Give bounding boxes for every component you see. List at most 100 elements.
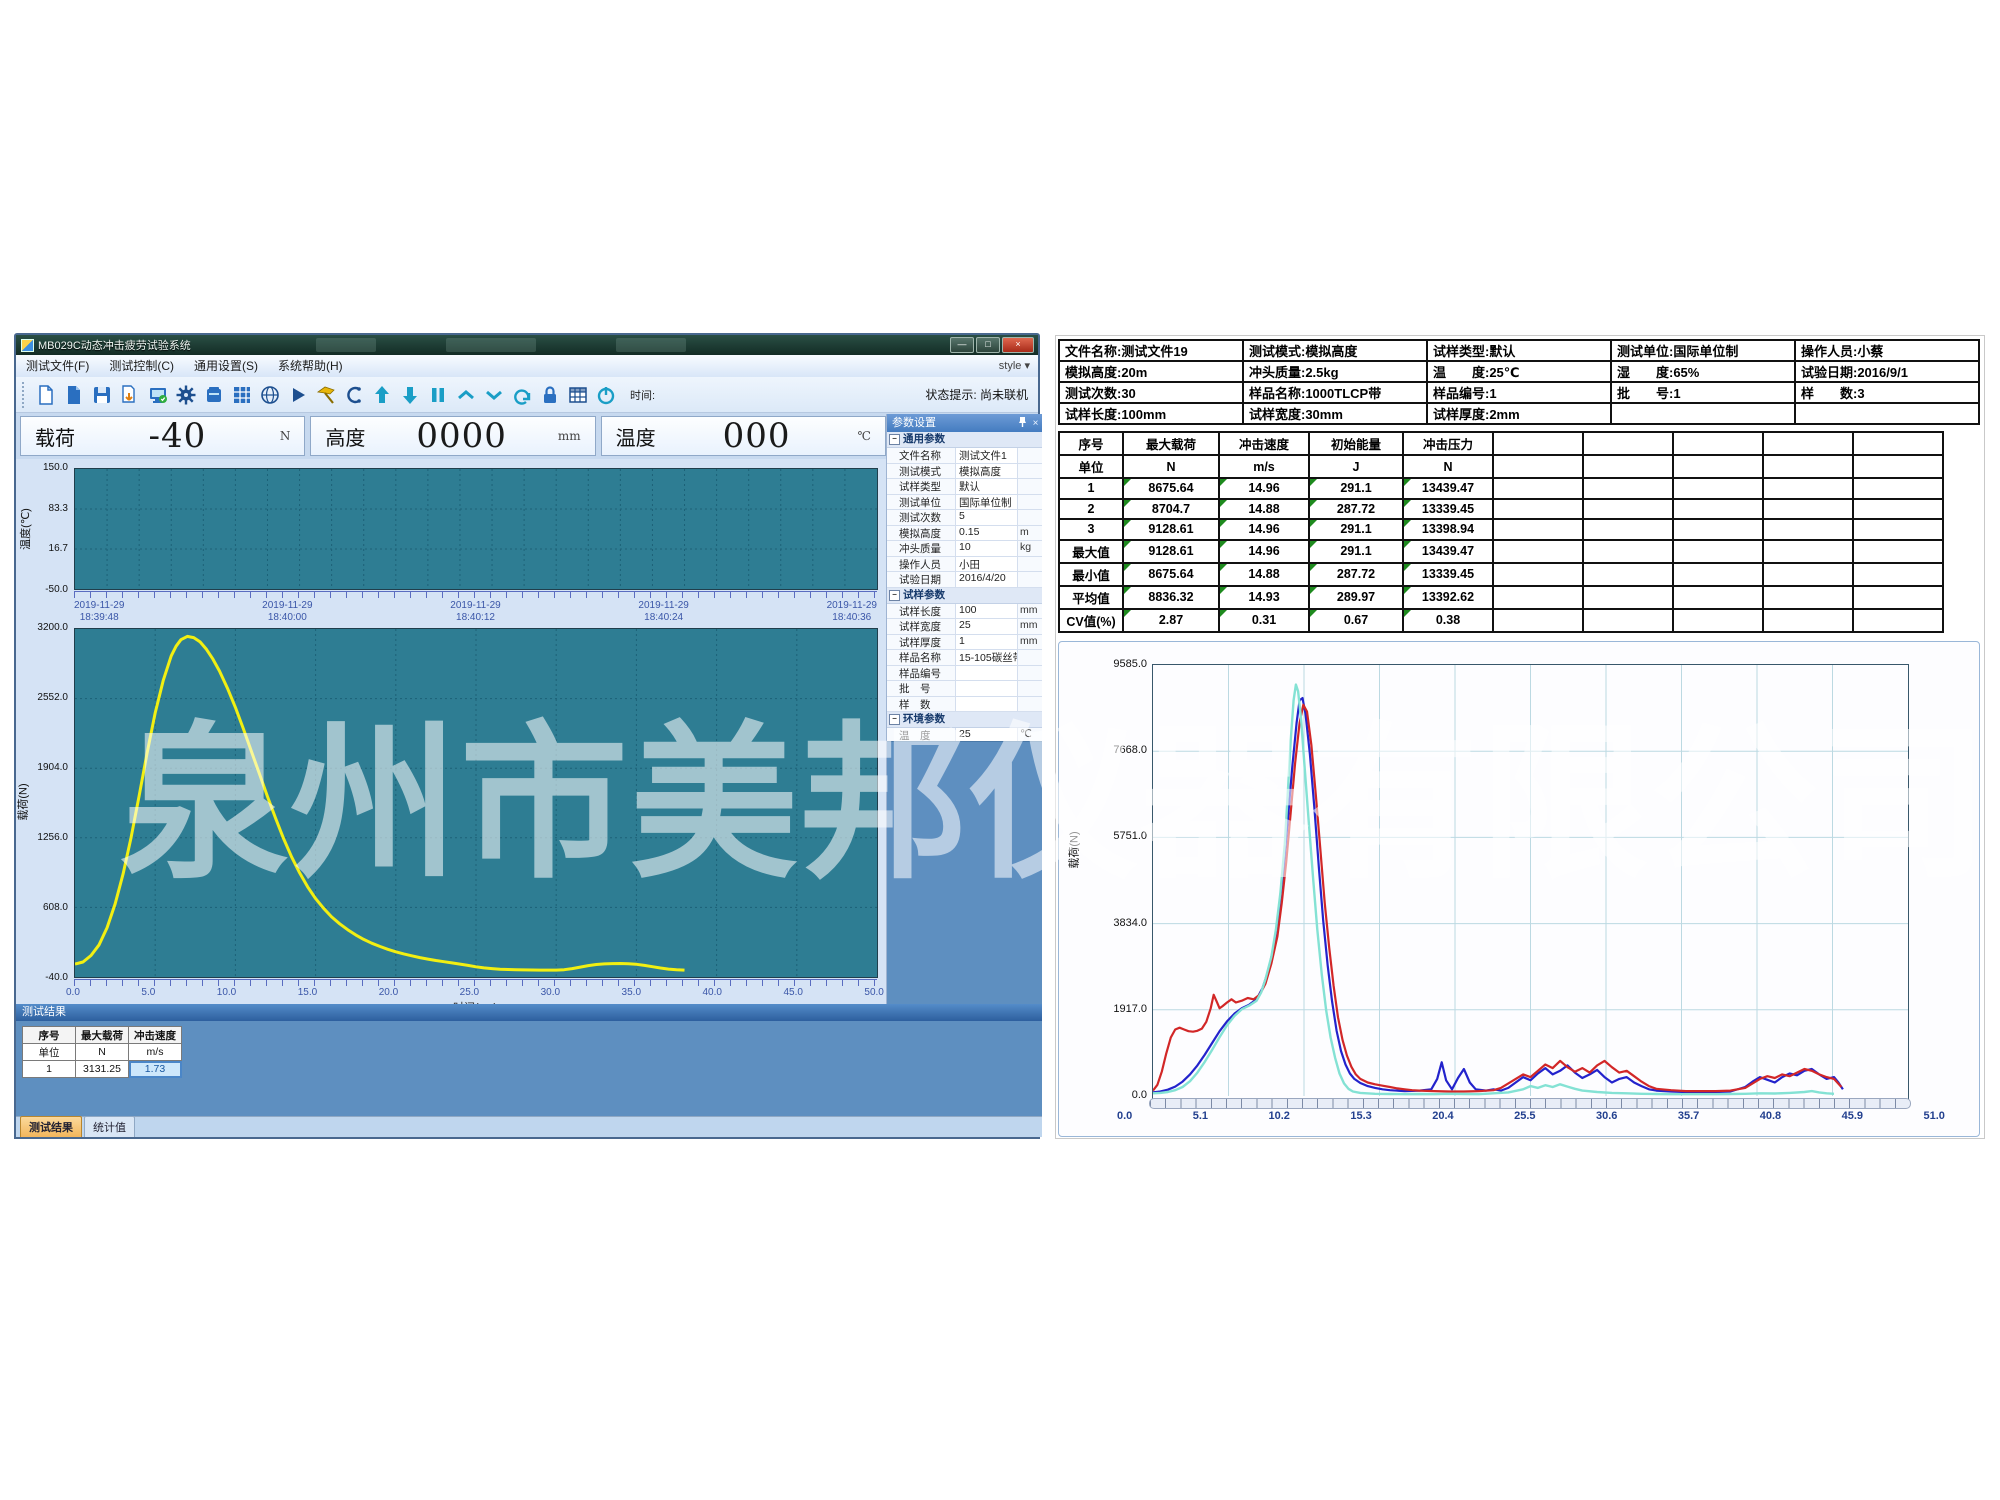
data-cell — [1853, 499, 1943, 520]
reset-undo-icon[interactable] — [509, 382, 535, 408]
power-icon[interactable] — [593, 382, 619, 408]
data-cell — [1493, 499, 1583, 520]
data-cell: 8704.7 — [1123, 499, 1219, 520]
parameter-value[interactable] — [956, 681, 1018, 696]
toolbar: 时间: 状态提示: 尚未联机 — [16, 377, 1038, 413]
parameter-value[interactable]: 默认 — [956, 479, 1018, 494]
data-column-header — [1673, 432, 1763, 455]
parameter-value[interactable] — [956, 666, 1018, 681]
parameter-label: 冲头质量 — [887, 541, 956, 556]
style-selector[interactable]: style ▾ — [999, 355, 1030, 377]
parameter-row: 批 号 — [887, 681, 1042, 697]
export-file-icon[interactable] — [117, 382, 143, 408]
parameter-value[interactable]: 国际单位制 — [956, 495, 1018, 510]
info-cell: 样品编号:1 — [1427, 382, 1611, 403]
jog-up-icon[interactable] — [453, 382, 479, 408]
new-file-icon[interactable] — [33, 382, 59, 408]
network-globe-icon[interactable] — [257, 382, 283, 408]
jog-down-icon[interactable] — [481, 382, 507, 408]
report-chart-axis-strip[interactable] — [1149, 1098, 1911, 1109]
data-cell: 14.88 — [1219, 563, 1309, 586]
y-tick-label: 150.0 — [28, 463, 68, 473]
data-grid-icon[interactable] — [229, 382, 255, 408]
clamp-icon[interactable] — [341, 382, 367, 408]
menu-item[interactable]: 系统帮助(H) — [268, 359, 353, 373]
parameter-value[interactable]: 模拟高度 — [956, 464, 1018, 479]
data-cell: 291.1 — [1309, 478, 1403, 499]
minimize-button[interactable]: — — [950, 337, 974, 353]
report-chart-xticks: 0.05.110.215.320.425.530.635.740.845.951… — [1117, 1110, 1945, 1122]
info-cell: 冲头质量:2.5kg — [1243, 361, 1427, 382]
parameter-value[interactable]: 测试文件1 — [956, 448, 1018, 463]
close-button[interactable]: × — [1002, 337, 1034, 353]
info-row: 试样长度:100mm试样宽度:30mm试样厚度:2mm — [1059, 403, 1979, 424]
parameter-value[interactable]: 5 — [956, 510, 1018, 525]
parameter-row: 试样厚度1mm — [887, 635, 1042, 651]
parameter-value[interactable]: 15-105碳丝带 — [956, 650, 1018, 665]
info-cell: 样 数:3 — [1795, 382, 1979, 403]
report-data-table: 序号最大载荷冲击速度初始能量冲击压力单位Nm/sJN18675.6414.962… — [1058, 431, 1944, 633]
data-row: 39128.6114.96291.113398.94 — [1059, 519, 1943, 540]
title-bar[interactable]: MB029C动态冲击疲劳试验系统 — □ × — [16, 335, 1038, 355]
connect-device-icon[interactable] — [145, 382, 171, 408]
info-row: 测试次数:30样品名称:1000TLCP带样品编号:1批 号:1样 数:3 — [1059, 382, 1979, 403]
data-cell — [1583, 499, 1673, 520]
sidebar-close-icon[interactable]: × — [1029, 417, 1042, 430]
data-cell — [1763, 609, 1853, 632]
pin-icon[interactable] — [1016, 416, 1029, 431]
sidebar-group-header[interactable]: −通用参数 — [887, 432, 1042, 448]
data-cell: N — [1123, 455, 1219, 478]
save-file-icon[interactable] — [89, 382, 115, 408]
data-column-header: 冲击速度 — [1219, 432, 1309, 455]
database-icon[interactable] — [201, 382, 227, 408]
parameter-row: 样品名称15-105碳丝带 — [887, 650, 1042, 666]
data-cell: 13398.94 — [1403, 519, 1493, 540]
parameter-value[interactable] — [956, 697, 1018, 712]
data-column-header: 序号 — [1059, 432, 1123, 455]
results-tabs-bar: 测试结果统计值 — [16, 1116, 1042, 1137]
info-cell: 湿 度:65% — [1611, 361, 1795, 382]
parameter-value[interactable]: 10 — [956, 541, 1018, 556]
parameter-value[interactable]: 0.15 — [956, 526, 1018, 541]
sidebar-title: 参数设置 — [892, 414, 1016, 432]
collapse-icon[interactable]: − — [889, 714, 900, 725]
cell-flag-triangle — [1124, 564, 1131, 571]
table-row: 序号最大载荷冲击速度 — [23, 1027, 182, 1044]
menu-item[interactable]: 测试控制(C) — [99, 359, 184, 373]
collapse-icon[interactable]: − — [889, 434, 900, 445]
open-file-icon[interactable] — [61, 382, 87, 408]
maximize-button[interactable]: □ — [976, 337, 1000, 353]
toolbar-grip[interactable] — [22, 382, 28, 408]
pause-icon[interactable] — [425, 382, 451, 408]
status-hint: 状态提示: 尚未联机 — [925, 377, 1028, 413]
tab-statistics[interactable]: 统计值 — [84, 1116, 135, 1137]
move-up-icon[interactable] — [369, 382, 395, 408]
data-cell — [1493, 455, 1583, 478]
tab-results[interactable]: 测试结果 — [20, 1116, 82, 1137]
collapse-icon[interactable]: − — [889, 590, 900, 601]
data-cell — [1853, 455, 1943, 478]
data-cell: 2.87 — [1123, 609, 1219, 632]
parameter-value[interactable]: 小田 — [956, 557, 1018, 572]
lock-icon[interactable] — [537, 382, 563, 408]
menu-item[interactable]: 通用设置(S) — [184, 359, 268, 373]
data-cell — [1493, 563, 1583, 586]
parameter-value[interactable]: 100 — [956, 604, 1018, 619]
parameter-value[interactable]: 1 — [956, 635, 1018, 650]
parameter-unit — [1018, 510, 1042, 525]
parameter-row: 模拟高度0.15m — [887, 526, 1042, 542]
parameter-value[interactable]: 25 — [956, 619, 1018, 634]
menu-item[interactable]: 测试文件(F) — [16, 359, 99, 373]
info-cell: 试样类型:默认 — [1427, 340, 1611, 361]
move-down-icon[interactable] — [397, 382, 423, 408]
calibrate-tool-icon[interactable] — [313, 382, 339, 408]
start-test-icon[interactable] — [285, 382, 311, 408]
sidebar-group-header[interactable]: −试样参数 — [887, 588, 1042, 604]
parameter-value[interactable]: 2016/4/20 — [956, 572, 1018, 587]
report-table-icon[interactable] — [565, 382, 591, 408]
data-cell — [1853, 586, 1943, 609]
sidebar-group-header[interactable]: −环境参数 — [887, 712, 1042, 728]
info-cell: 测试次数:30 — [1059, 382, 1243, 403]
settings-gear-icon[interactable] — [173, 382, 199, 408]
data-cell: 9128.61 — [1123, 519, 1219, 540]
